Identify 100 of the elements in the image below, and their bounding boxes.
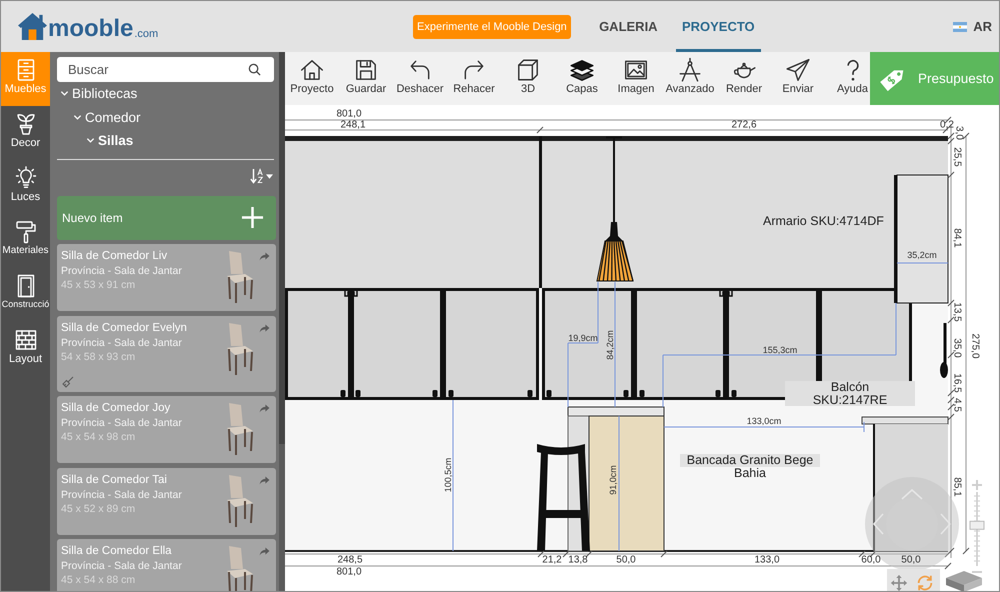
toolbar-button[interactable]: Capas	[564, 52, 600, 95]
toolbar-button[interactable]: Deshacer	[394, 52, 446, 95]
category-tab[interactable]: Construcció	[1, 268, 50, 322]
chevron-down-icon[interactable]	[73, 112, 82, 122]
logo-text[interactable]: mooble	[48, 17, 134, 41]
zoom-in-icon[interactable]	[971, 479, 983, 491]
language-code[interactable]: AR	[973, 19, 992, 34]
product-title: Silla de Comedor Joy	[61, 401, 172, 416]
toolbar-button[interactable]: Render	[724, 52, 764, 95]
caret-icon	[266, 174, 273, 178]
toolbar-button[interactable]: Rehacer	[451, 52, 497, 95]
paint-roller-icon	[14, 220, 38, 244]
light-bulb-icon	[14, 166, 38, 190]
house-logo-icon[interactable]	[17, 12, 48, 41]
brick-wall-icon	[14, 328, 38, 352]
nav-tab[interactable]: GALERIA	[584, 1, 672, 52]
dimension-label: 91,0cm	[608, 465, 618, 495]
sort-button[interactable]	[250, 168, 273, 184]
share-icon[interactable]	[259, 547, 270, 556]
dimension-label: 248,5	[337, 554, 363, 566]
product-title: Silla de Comedor Liv	[61, 249, 168, 264]
dimension-label: 155,3cm	[762, 345, 798, 355]
new-item-button[interactable]: Nuevo item	[57, 196, 276, 240]
product-collection: Província - Sala de Jantar	[61, 336, 183, 350]
cube-icon	[515, 57, 541, 83]
category-tab[interactable]: Decor	[1, 106, 50, 160]
product-collection: Província - Sala de Jantar	[61, 488, 183, 502]
slider-thumb[interactable]	[970, 520, 984, 530]
rotate-icon[interactable]	[918, 574, 932, 591]
arrow-left-icon[interactable]	[872, 513, 884, 535]
item-label: Balcón SKU:2147RE	[785, 381, 915, 406]
dimension-label: 3,0	[954, 126, 964, 140]
toolbar-button[interactable]: Proyecto	[288, 52, 336, 95]
toolbar-button[interactable]: Ayuda	[835, 52, 870, 95]
dimension-label: 35,0	[952, 338, 962, 358]
share-icon[interactable]	[259, 404, 270, 413]
category-tab[interactable]: Luces	[1, 160, 50, 214]
toolbar-button[interactable]: Guardar	[344, 52, 388, 95]
category-tab[interactable]: Layout	[1, 322, 50, 376]
dimension-label: 801,0	[336, 566, 362, 578]
tree-item[interactable]: Comedor	[57, 106, 141, 129]
paper-plane-icon	[785, 57, 811, 83]
toolbar-button[interactable]: 3D	[513, 52, 543, 95]
tree-item[interactable]: Sillas	[57, 129, 134, 152]
plus-icon	[241, 206, 264, 229]
dimension-label: 0,2	[940, 120, 954, 130]
layers-icon	[568, 57, 595, 83]
share-icon[interactable]	[259, 476, 270, 484]
search-icon[interactable]	[248, 63, 261, 76]
product-title: Silla de Comedor Ella	[61, 544, 173, 559]
zoom-slider[interactable]	[970, 492, 984, 566]
chevron-down-icon[interactable]	[60, 89, 69, 98]
sort-icon	[250, 168, 264, 184]
chevron-down-icon[interactable]	[86, 136, 95, 146]
dimension-label: 60,0	[861, 554, 881, 566]
dimension-label: 272,6	[731, 120, 757, 130]
dimension-label: 133,0cm	[746, 416, 782, 426]
dimension-label: 248,1	[340, 120, 366, 130]
dimension-label: 19,9cm	[568, 333, 598, 343]
dimension-label: 21,2	[542, 554, 562, 566]
dimension-label: 84,2cm	[605, 330, 615, 360]
dimension-label: 801,0	[336, 108, 362, 120]
dimension-label: 13,5	[952, 302, 962, 322]
hanging-utensil	[940, 323, 948, 378]
category-tab[interactable]: Materiales	[1, 214, 50, 268]
product-collection: Província - Sala de Jantar	[61, 264, 183, 278]
arrow-right-icon[interactable]	[940, 513, 952, 535]
move-icon[interactable]	[890, 574, 908, 591]
search-field[interactable]: Buscar	[57, 57, 274, 82]
dimension-label: 85,1	[952, 477, 962, 497]
product-title: Silla de Comedor Evelyn	[61, 320, 188, 336]
product-title: Silla de Comedor Tai	[61, 472, 168, 488]
dimension-label: 25,5	[952, 147, 962, 167]
dimension-label: 35,2cm	[907, 250, 937, 260]
flag-icon[interactable]	[953, 22, 968, 32]
toolbar-button[interactable]: Enviar	[780, 52, 816, 95]
toolbar-button[interactable]: Imagen	[616, 52, 656, 95]
drawing-compass-icon	[676, 57, 703, 83]
share-icon[interactable]	[259, 324, 270, 332]
dimension-label: 50,0	[616, 554, 636, 566]
item-label: Bancada Granito Bege Bahia	[680, 454, 820, 479]
product-collection: Província - Sala de Jantar	[61, 559, 183, 573]
dimension-label: 50,0	[901, 554, 921, 566]
dimension-label: 133,0	[754, 554, 780, 566]
dimension-label: 16,5	[952, 373, 962, 393]
dimension-label: 84,1	[952, 228, 962, 248]
paintbrush-icon[interactable]	[62, 376, 74, 388]
home-icon	[298, 57, 325, 83]
logo-domain: .com	[134, 28, 158, 41]
cube-icon[interactable]	[946, 571, 982, 591]
toolbar-button[interactable]: Avanzado	[664, 52, 716, 95]
product-collection: Província - Sala de Jantar	[61, 416, 183, 430]
scrollbar[interactable]	[279, 52, 285, 591]
share-icon[interactable]	[259, 252, 270, 261]
dimension-label: 100,5cm	[443, 458, 453, 492]
dimension-label: 275,0	[970, 333, 980, 359]
item-label: Armario SKU:4714DF	[763, 215, 884, 228]
dimension-label: 13,8	[568, 554, 588, 566]
scrollbar-thumb[interactable]	[279, 52, 285, 444]
tree-item[interactable]: Bibliotecas	[57, 82, 138, 106]
